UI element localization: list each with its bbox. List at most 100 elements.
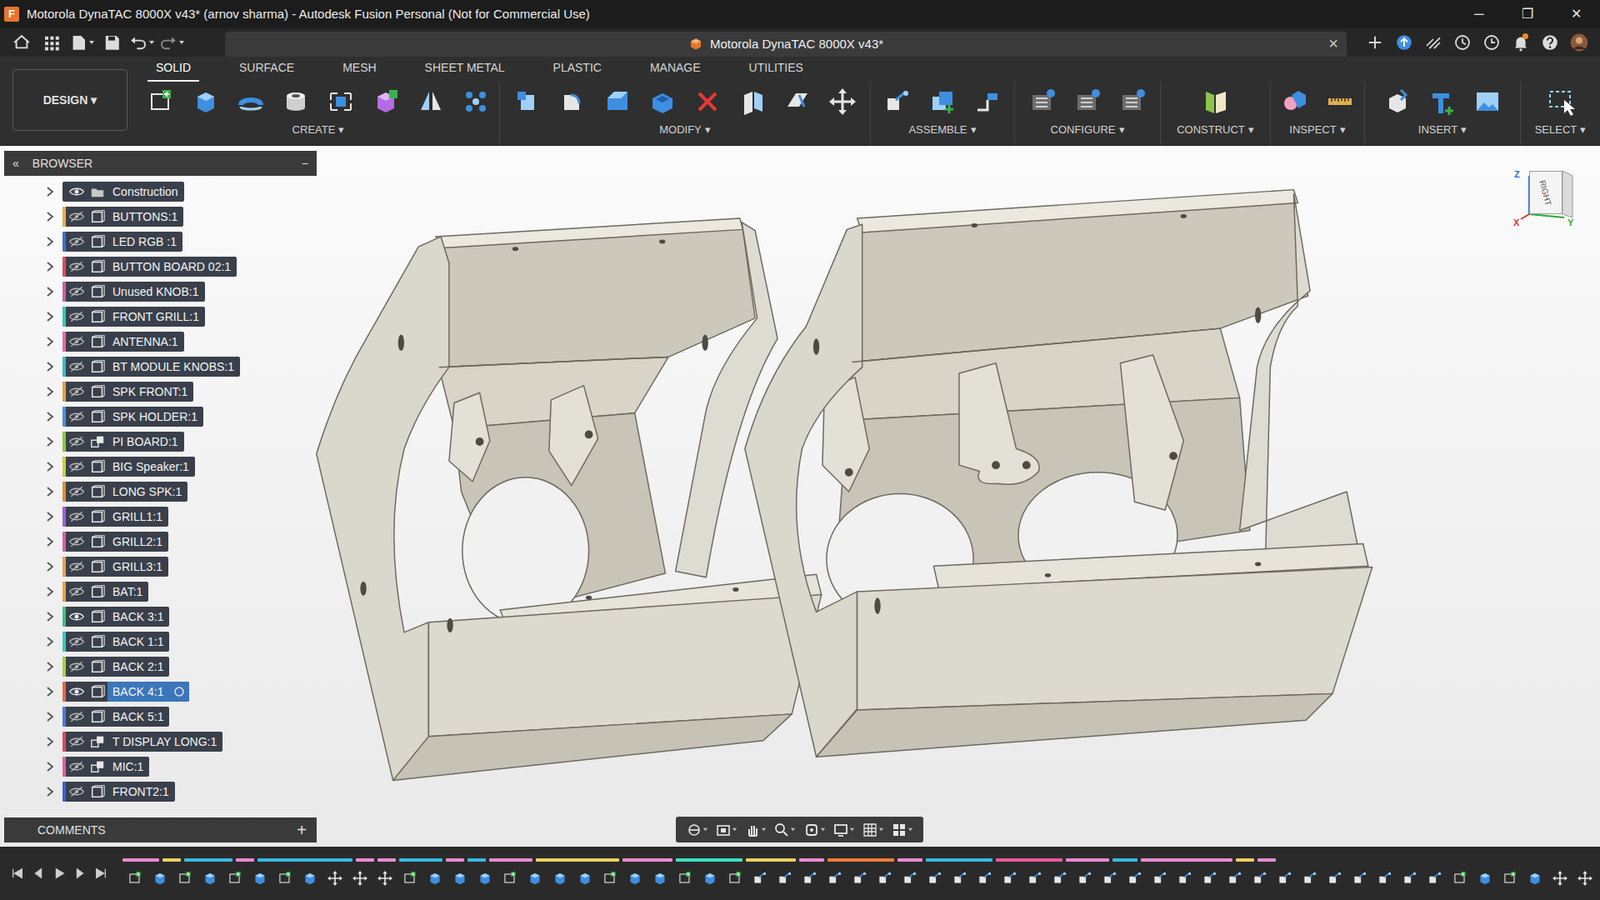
browser-item-label[interactable]: BACK 2:1: [107, 656, 170, 677]
browser-item-label[interactable]: GRILL2:1: [107, 531, 169, 552]
browser-item[interactable]: LONG SPK:1: [4, 479, 317, 505]
browser-item-body[interactable]: BACK 2:1: [62, 656, 170, 677]
redo-button[interactable]: [156, 30, 187, 55]
timeline-feature[interactable]: [1572, 868, 1598, 889]
restore-button[interactable]: ❐: [1503, 4, 1552, 25]
browser-item-label[interactable]: SPK FRONT:1: [107, 381, 194, 402]
timeline-feature[interactable]: [422, 868, 448, 889]
tool-button[interactable]: [685, 86, 730, 117]
timeline-feature[interactable]: [1272, 868, 1298, 889]
timeline-feature[interactable]: [697, 868, 723, 889]
undo-button[interactable]: [126, 30, 157, 55]
job-status-button[interactable]: [1447, 30, 1477, 55]
help-button[interactable]: [1535, 30, 1565, 55]
visibility-toggle[interactable]: [65, 460, 88, 474]
expand-chevron-icon[interactable]: [44, 235, 56, 248]
tool-group-menu[interactable]: CREATE▾: [292, 121, 345, 139]
browser-item-label[interactable]: ANTENNA:1: [107, 331, 185, 352]
browser-item[interactable]: LED RGB :1: [4, 229, 317, 255]
visibility-toggle[interactable]: [65, 560, 88, 574]
browser-item-label[interactable]: BACK 4:1: [107, 681, 170, 702]
add-comment-button[interactable]: +: [296, 817, 307, 843]
expand-chevron-icon[interactable]: [44, 485, 56, 498]
browser-item-body[interactable]: BACK 4:1: [62, 681, 190, 702]
timeline-feature[interactable]: [172, 868, 198, 889]
browser-item-body[interactable]: LED RGB :1: [62, 231, 183, 252]
browser-item-label[interactable]: BUTTONS:1: [107, 206, 184, 227]
browser-item[interactable]: BACK 4:1: [4, 679, 317, 705]
browser-item-label[interactable]: T DISPLAY LONG:1: [107, 731, 223, 752]
workspace-switcher[interactable]: DESIGN▾: [12, 69, 128, 131]
expand-chevron-icon[interactable]: [44, 610, 56, 623]
expand-chevron-icon[interactable]: [44, 210, 56, 223]
timeline-feature[interactable]: [497, 868, 523, 889]
timeline-feature[interactable]: [322, 868, 348, 889]
visibility-toggle[interactable]: [65, 310, 88, 324]
visibility-toggle[interactable]: [65, 185, 88, 199]
tool-button[interactable]: [1420, 86, 1465, 117]
tool-button[interactable]: [965, 86, 1010, 117]
tool-group-menu[interactable]: CONFIGURE▾: [1050, 121, 1125, 139]
timeline-feature[interactable]: [1222, 868, 1248, 889]
visibility-toggle[interactable]: [65, 360, 88, 374]
user-avatar-button[interactable]: [1564, 30, 1594, 55]
visibility-toggle[interactable]: [65, 785, 88, 799]
browser-item[interactable]: GRILL2:1: [4, 529, 317, 555]
browser-item[interactable]: ANTENNA:1: [4, 329, 317, 355]
toolbar-tab[interactable]: UTILITIES: [740, 54, 812, 82]
visibility-toggle[interactable]: [65, 585, 88, 599]
expand-chevron-icon[interactable]: [44, 285, 56, 298]
browser-item[interactable]: BACK 5:1: [4, 704, 317, 730]
tool-button[interactable]: [318, 86, 364, 117]
minimize-panel-button[interactable]: −: [301, 155, 309, 173]
browser-item[interactable]: BACK 3:1: [4, 604, 317, 630]
timeline-feature[interactable]: [772, 868, 798, 889]
timeline-feature[interactable]: [1372, 868, 1398, 889]
timeline-feature[interactable]: [1347, 868, 1373, 889]
document-tab[interactable]: Motorola DynaTAC 8000X v43*×: [225, 31, 1347, 57]
browser-item[interactable]: Unused KNOB:1: [4, 279, 317, 305]
browser-item-body[interactable]: FRONT2:1: [62, 781, 175, 802]
browser-item-body[interactable]: GRILL2:1: [62, 531, 169, 552]
visibility-toggle[interactable]: [65, 285, 88, 299]
last-step-button[interactable]: [90, 860, 111, 886]
timeline-feature[interactable]: [597, 868, 623, 889]
tool-group-menu[interactable]: CONSTRUCT▾: [1176, 121, 1255, 139]
cube-face[interactable]: RIGHT: [1529, 170, 1563, 215]
browser-item-label[interactable]: BIG Speaker:1: [107, 456, 195, 477]
expand-chevron-icon[interactable]: [44, 660, 56, 673]
expand-chevron-icon[interactable]: [44, 535, 56, 548]
fit-button[interactable]: [803, 821, 826, 839]
pan-hand-button[interactable]: [744, 821, 767, 839]
visibility-toggle[interactable]: [65, 510, 88, 524]
expand-chevron-icon[interactable]: [44, 310, 56, 323]
timeline-feature[interactable]: [1172, 868, 1198, 889]
toolbar-tab[interactable]: SHEET METAL: [416, 54, 514, 82]
timeline-feature[interactable]: [272, 868, 298, 889]
timeline-feature[interactable]: [222, 868, 248, 889]
expand-chevron-icon[interactable]: [44, 560, 56, 573]
home-button[interactable]: [6, 30, 37, 55]
new-tab-button[interactable]: [1360, 30, 1390, 55]
visibility-toggle[interactable]: [65, 235, 88, 249]
visibility-toggle[interactable]: [65, 535, 88, 549]
browser-item[interactable]: T DISPLAY LONG:1: [4, 729, 317, 755]
timeline-feature[interactable]: [972, 868, 998, 889]
timeline-feature[interactable]: [1547, 868, 1573, 889]
timeline-feature[interactable]: [1072, 868, 1098, 889]
expand-chevron-icon[interactable]: [44, 185, 56, 198]
view-cube[interactable]: RIGHTZXY: [1512, 164, 1580, 231]
browser-item-body[interactable]: BUTTONS:1: [62, 206, 184, 227]
first-step-button[interactable]: [6, 860, 28, 886]
timeline-feature[interactable]: [122, 868, 148, 889]
browser-item-body[interactable]: MIC:1: [62, 756, 150, 777]
tool-button[interactable]: [550, 86, 595, 117]
browser-item-body[interactable]: BAT:1: [62, 581, 149, 602]
browser-item-body[interactable]: GRILL1:1: [62, 506, 169, 527]
tool-button[interactable]: [640, 86, 685, 117]
tool-button[interactable]: [1317, 86, 1363, 117]
browser-item[interactable]: Construction: [4, 179, 317, 205]
toolbar-tab[interactable]: SOLID: [147, 54, 200, 82]
browser-item-body[interactable]: GRILL3:1: [62, 556, 169, 577]
timeline-feature[interactable]: [1022, 868, 1048, 889]
